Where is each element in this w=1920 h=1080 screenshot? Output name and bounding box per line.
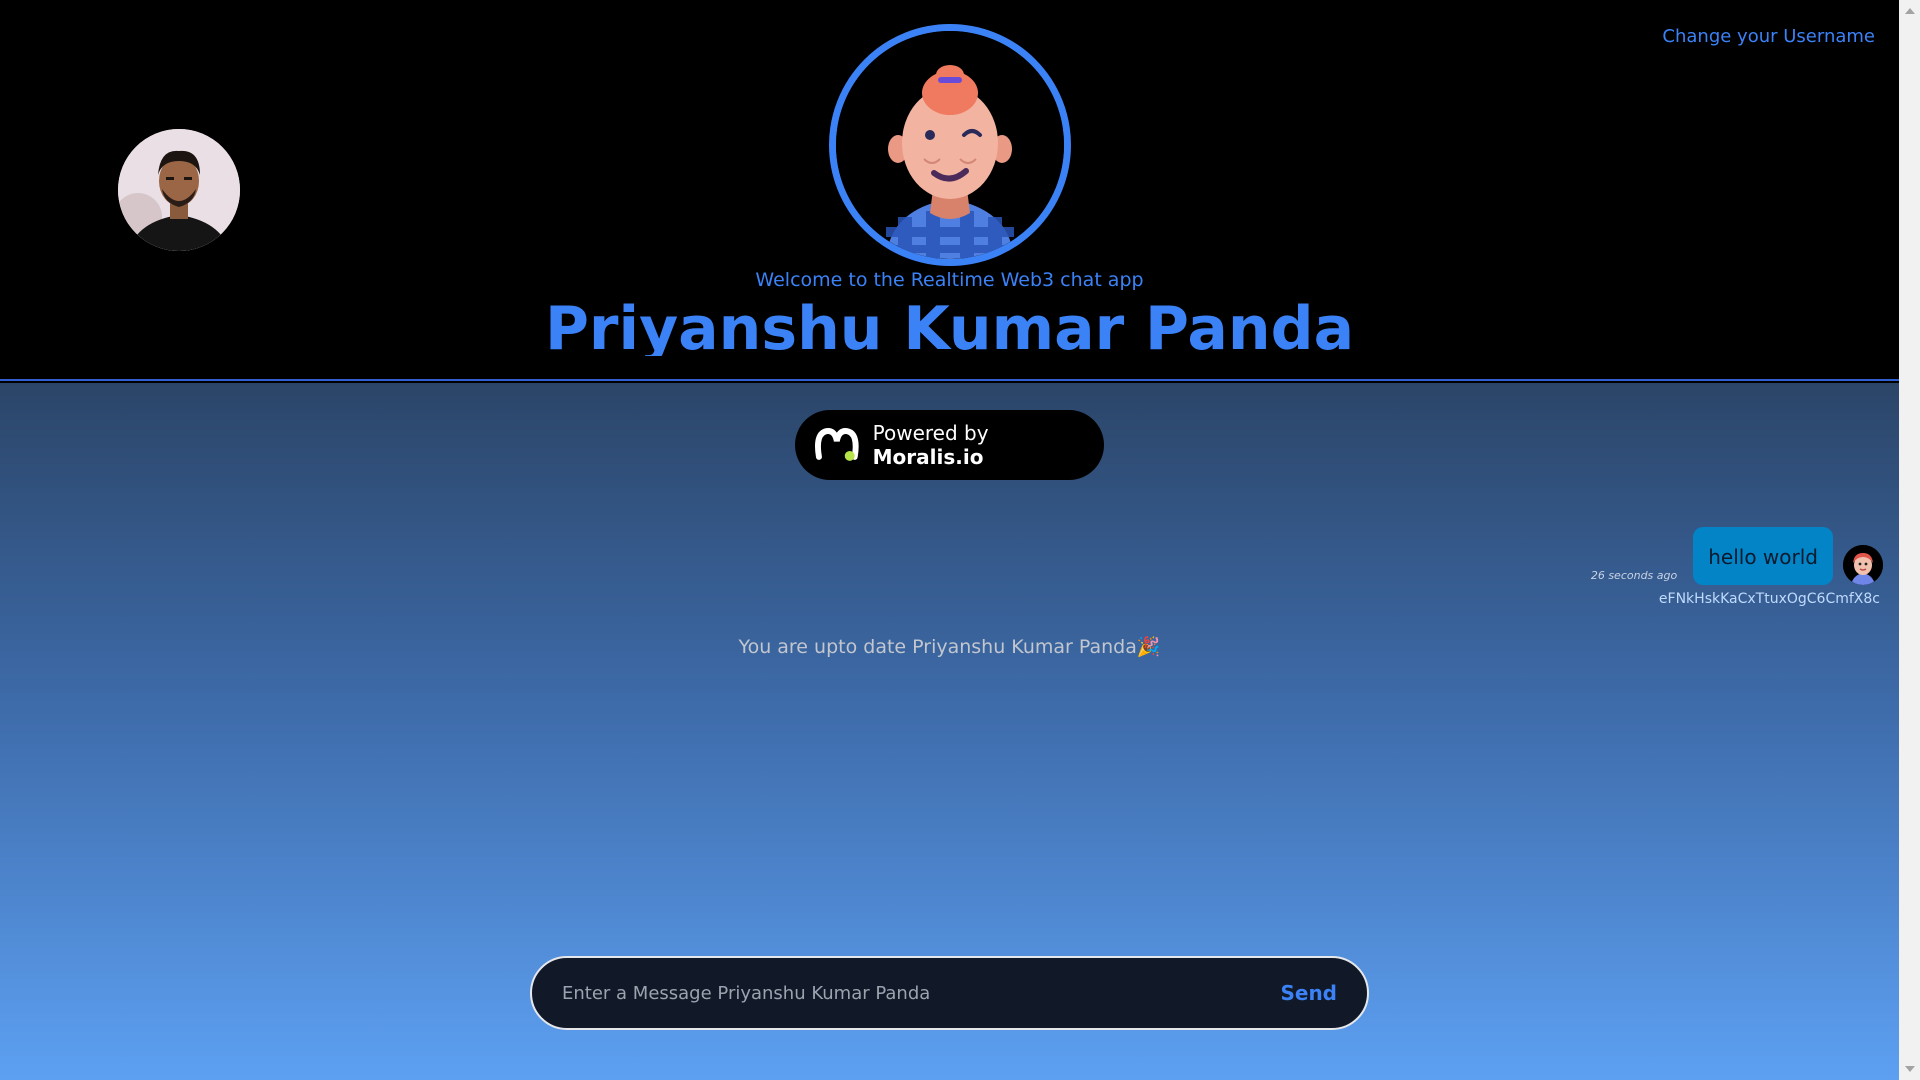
message-timestamp: 26 seconds ago: [1590, 569, 1678, 582]
message-composer: Send: [530, 956, 1369, 1030]
up-to-date-status: You are upto date Priyanshu Kumar Panda🎉: [738, 636, 1161, 658]
change-username-link[interactable]: Change your Username: [1662, 26, 1875, 47]
vertical-scrollbar[interactable]: [1899, 0, 1920, 1080]
moralis-logo-icon: [814, 428, 859, 461]
user-photo-icon: [118, 129, 240, 251]
message-avatar: [1843, 545, 1883, 585]
powered-by-moralis-badge[interactable]: Powered by Moralis.io: [795, 410, 1104, 480]
header: Change your Username Welcome to the Real…: [0, 0, 1899, 381]
message-input[interactable]: [562, 982, 1281, 1004]
powered-by-brand: Moralis.io: [872, 445, 984, 469]
cartoon-avatar-icon: [836, 31, 1064, 259]
username-title: Priyanshu Kumar Panda: [544, 294, 1355, 356]
chat-area: Powered by Moralis.io 26 seconds ago hel…: [0, 383, 1899, 1080]
profile-photo-avatar[interactable]: [118, 129, 240, 251]
message-row: 26 seconds ago hello world: [1591, 527, 1883, 585]
main-avatar: [829, 24, 1071, 266]
scroll-down-arrow-icon[interactable]: [1905, 1066, 1915, 1072]
powered-by-prefix: Powered by: [872, 421, 989, 445]
app-viewport: Change your Username Welcome to the Real…: [0, 0, 1899, 1080]
welcome-text: Welcome to the Realtime Web3 chat app: [755, 269, 1144, 291]
powered-by-text: Powered by Moralis.io: [873, 421, 1104, 469]
small-avatar-icon: [1843, 545, 1883, 585]
scroll-up-arrow-icon[interactable]: [1905, 8, 1915, 14]
message-sender-id: eFNkHskKaCxTtuxOgC6CmfX8c: [1658, 591, 1880, 607]
send-button[interactable]: Send: [1280, 981, 1337, 1005]
message-bubble[interactable]: hello world: [1693, 527, 1833, 585]
